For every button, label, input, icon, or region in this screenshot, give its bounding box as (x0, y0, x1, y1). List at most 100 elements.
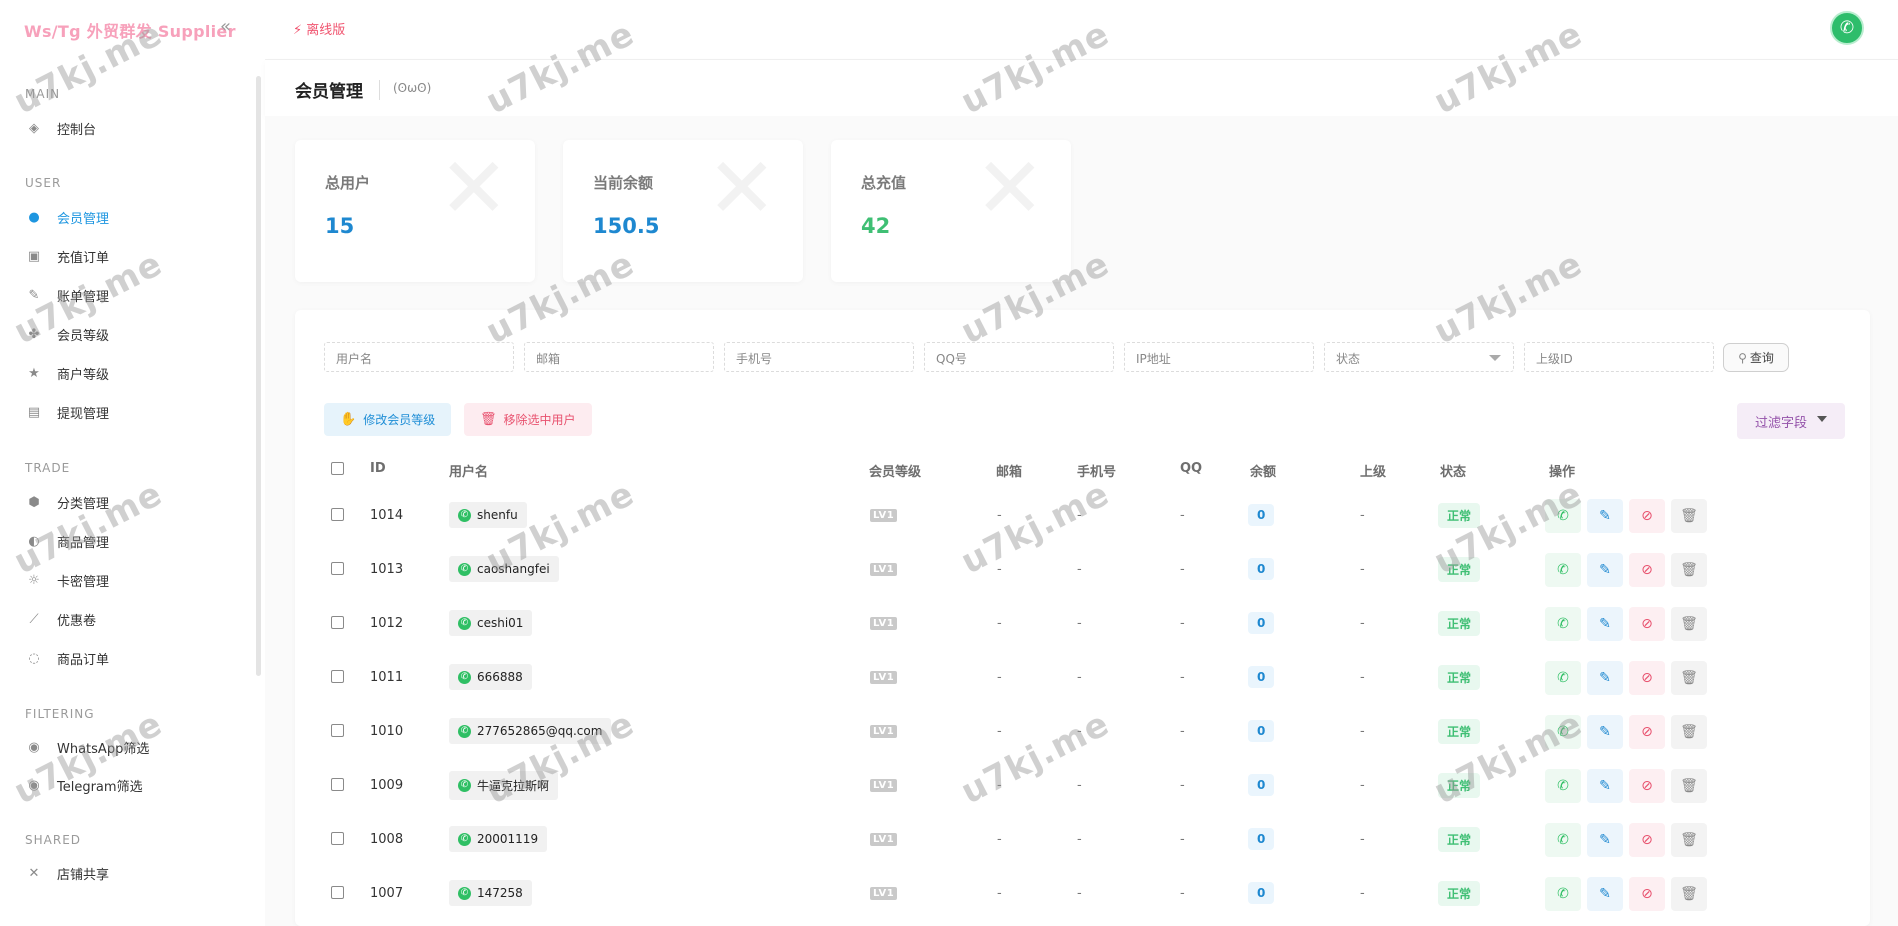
cell-qq: - (1180, 723, 1185, 739)
cell-parent: - (1360, 669, 1365, 685)
table-row: 1013 ✆ caoshangfei LV1 - - - 0 - 正常 ✆ ✎ ⊘… (295, 542, 1870, 596)
delete-user-button[interactable]: 🗑 (1671, 823, 1707, 857)
sidebar-scrollbar[interactable] (256, 76, 261, 676)
sidebar-item-card-keys[interactable]: ☼ 卡密管理 (25, 569, 109, 591)
status-filter-select[interactable]: 状态 (1324, 342, 1514, 372)
ban-user-button[interactable]: ⊘ (1629, 661, 1665, 695)
phone-filter-input[interactable]: 手机号 (724, 342, 914, 372)
filter-fields-dropdown[interactable]: 过滤字段 (1737, 403, 1845, 439)
ban-user-button[interactable]: ⊘ (1629, 607, 1665, 641)
username-filter-input[interactable]: 用户名 (324, 342, 514, 372)
edit-user-button[interactable]: ✎ (1587, 607, 1623, 641)
edit-user-button[interactable]: ✎ (1587, 661, 1623, 695)
delete-user-button[interactable]: 🗑 (1671, 553, 1707, 587)
ban-user-button[interactable]: ⊘ (1629, 877, 1665, 911)
edit-user-button[interactable]: ✎ (1587, 769, 1623, 803)
sidebar-item-whatsapp-filter[interactable]: ◉ WhatsApp筛选 (25, 736, 149, 758)
parent-id-filter-input[interactable]: 上级ID (1524, 342, 1714, 372)
cell-parent: - (1360, 831, 1365, 847)
sidebar-item-bills[interactable]: ✎ 账单管理 (25, 284, 109, 306)
whatsapp-action-button[interactable]: ✆ (1545, 661, 1581, 695)
username-chip: ✆ caoshangfei (449, 556, 559, 582)
sidebar-item-members[interactable]: ● 会员管理 (25, 206, 109, 228)
col-header-status: 状态 (1440, 465, 1467, 480)
cell-phone: - (1077, 831, 1082, 847)
col-header-username: 用户名 (449, 465, 489, 480)
sidebar-item-dashboard[interactable]: ◈ 控制台 (25, 117, 96, 139)
row-checkbox[interactable] (331, 670, 344, 683)
sidebar-item-shop-share[interactable]: ✕ 店铺共享 (25, 862, 109, 884)
select-all-checkbox[interactable] (331, 462, 344, 475)
delete-user-button[interactable]: 🗑 (1671, 607, 1707, 641)
ban-user-button[interactable]: ⊘ (1629, 823, 1665, 857)
sidebar-item-merchant-levels[interactable]: ★ 商户等级 (25, 362, 109, 384)
whatsapp-action-button[interactable]: ✆ (1545, 769, 1581, 803)
sidebar-item-label: 会员管理 (57, 211, 110, 227)
sidebar-item-telegram-filter[interactable]: ◉ Telegram筛选 (25, 774, 143, 796)
avatar[interactable]: ✆ (1830, 11, 1864, 45)
row-checkbox[interactable] (331, 508, 344, 521)
whatsapp-icon: ✆ (458, 562, 471, 576)
offline-badge[interactable]: ⚡ 离线版 (293, 19, 345, 38)
sidebar-item-coupons[interactable]: ⟋ 优惠卷 (25, 608, 96, 630)
collapse-sidebar-icon[interactable]: « (220, 16, 231, 37)
sidebar-item-withdrawals[interactable]: ▤ 提现管理 (25, 401, 109, 423)
edit-user-button[interactable]: ✎ (1587, 553, 1623, 587)
whatsapp-action-button[interactable]: ✆ (1545, 715, 1581, 749)
email-filter-input[interactable]: 邮箱 (524, 342, 714, 372)
delete-user-button[interactable]: 🗑 (1671, 877, 1707, 911)
sidebar-item-recharge-orders[interactable]: ▣ 充值订单 (25, 245, 109, 267)
query-button[interactable]: ⚲ 查询 (1723, 343, 1789, 372)
user-icon: ● (28, 209, 40, 225)
row-checkbox[interactable] (331, 886, 344, 899)
row-checkbox[interactable] (331, 778, 344, 791)
whatsapp-action-button[interactable]: ✆ (1545, 877, 1581, 911)
edit-user-button[interactable]: ✎ (1587, 877, 1623, 911)
sidebar-item-categories[interactable]: ⬢ 分类管理 (25, 491, 109, 513)
coupon-icon: ⟋ (29, 611, 39, 627)
qq-filter-input[interactable]: QQ号 (924, 342, 1114, 372)
delete-user-button[interactable]: 🗑 (1671, 661, 1707, 695)
balance-badge: 0 (1248, 774, 1275, 796)
ban-user-button[interactable]: ⊘ (1629, 499, 1665, 533)
cell-qq: - (1180, 561, 1185, 577)
sidebar-item-label: WhatsApp筛选 (57, 741, 150, 757)
sidebar-item-label: Telegram筛选 (57, 779, 143, 795)
row-checkbox[interactable] (331, 832, 344, 845)
username-chip: ✆ 147258 (449, 880, 532, 906)
stat-value: 15 (325, 214, 355, 238)
edit-user-button[interactable]: ✎ (1587, 499, 1623, 533)
cell-parent: - (1360, 777, 1365, 793)
status-badge: 正常 (1438, 826, 1481, 852)
level-badge: LV1 (870, 724, 898, 738)
ban-user-button[interactable]: ⊘ (1629, 553, 1665, 587)
whatsapp-action-button[interactable]: ✆ (1545, 553, 1581, 587)
cell-id: 1012 (370, 615, 404, 631)
username-chip: ✆ 666888 (449, 664, 532, 690)
delete-user-button[interactable]: 🗑 (1671, 499, 1707, 533)
ban-user-button[interactable]: ⊘ (1629, 715, 1665, 749)
delete-user-button[interactable]: 🗑 (1671, 715, 1707, 749)
whatsapp-action-button[interactable]: ✆ (1545, 499, 1581, 533)
whatsapp-action-button[interactable]: ✆ (1545, 823, 1581, 857)
cell-username: caoshangfei (477, 562, 550, 576)
ip-filter-input[interactable]: IP地址 (1124, 342, 1314, 372)
modify-level-button[interactable]: ✋ 修改会员等级 (324, 403, 452, 436)
row-checkbox[interactable] (331, 724, 344, 737)
ban-user-button[interactable]: ⊘ (1629, 769, 1665, 803)
sidebar-item-member-levels[interactable]: ✤ 会员等级 (25, 323, 109, 345)
whatsapp-action-button[interactable]: ✆ (1545, 607, 1581, 641)
sidebar-item-product-orders[interactable]: ◌ 商品订单 (25, 647, 109, 669)
balance-badge: 0 (1248, 882, 1275, 904)
delete-user-button[interactable]: 🗑 (1671, 769, 1707, 803)
row-checkbox[interactable] (331, 616, 344, 629)
edit-user-button[interactable]: ✎ (1587, 715, 1623, 749)
category-icon: ⬢ (28, 494, 40, 510)
whatsapp-icon: ✆ (458, 778, 471, 792)
row-checkbox[interactable] (331, 562, 344, 575)
edit-user-button[interactable]: ✎ (1587, 823, 1623, 857)
sidebar-item-products[interactable]: ◐ 商品管理 (25, 530, 109, 552)
sidebar-item-label: 商品订单 (57, 652, 110, 668)
remove-selected-button[interactable]: 🗑 移除选中用户 (464, 403, 592, 436)
title-divider (379, 80, 380, 100)
